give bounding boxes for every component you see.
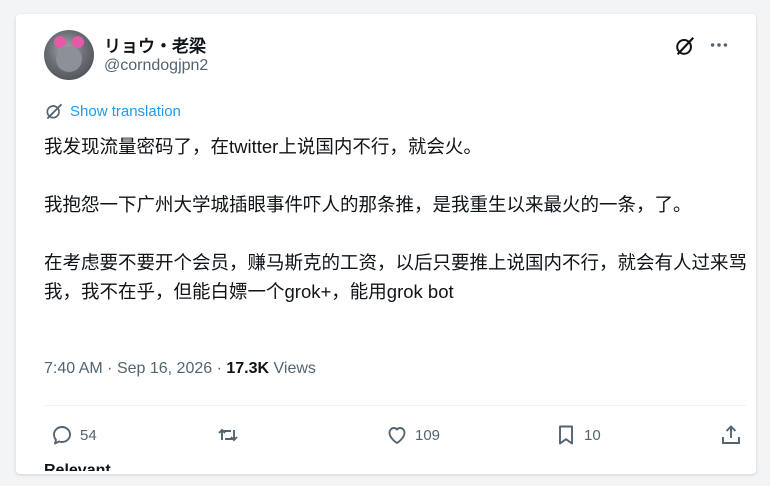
bookmark-count: 10 xyxy=(584,426,601,444)
share-icon xyxy=(722,425,740,444)
views-label: Views xyxy=(273,360,316,377)
reply-count: 54 xyxy=(80,426,97,444)
tweet-header: リョウ・老梁 @corndogjpn2 xyxy=(44,30,736,82)
avatar-face xyxy=(56,46,82,72)
divider xyxy=(44,405,746,406)
author-name[interactable]: リョウ・老梁 xyxy=(104,32,206,57)
repost-button[interactable] xyxy=(216,420,246,450)
author-handle[interactable]: @corndogjpn2 xyxy=(104,57,208,75)
action-bar: 54 109 10 xyxy=(44,420,746,450)
bookmark-icon xyxy=(559,425,573,445)
reply-icon xyxy=(53,426,71,445)
like-icon xyxy=(388,427,406,444)
tweet-date[interactable]: Sep 16, 2026 xyxy=(117,360,212,377)
share-button[interactable] xyxy=(719,420,749,450)
relevant-heading-cutoff: Relevant xyxy=(44,462,111,474)
tweet-time[interactable]: 7:40 AM xyxy=(44,360,103,377)
tweet-text: 我发现流量密码了，在twitter上说国内不行，就会火。 我抱怨一下广州大学城插… xyxy=(44,132,752,306)
tweet-paragraph-2: 我抱怨一下广州大学城插眼事件吓人的那条推，是我重生以来最火的一条，了。 xyxy=(44,194,692,215)
reply-button[interactable]: 54 xyxy=(50,420,97,450)
more-icon[interactable] xyxy=(708,34,730,56)
show-translation-link[interactable]: Show translation xyxy=(44,100,181,122)
tweet-paragraph-1: 我发现流量密码了，在twitter上说国内不行，就会火。 xyxy=(44,136,482,157)
avatar[interactable] xyxy=(44,30,94,80)
show-translation-label: Show translation xyxy=(70,102,181,120)
like-count: 109 xyxy=(415,426,441,444)
tweet-meta: 7:40 AM · Sep 16, 2026 · 17.3K Views xyxy=(44,360,316,378)
tweet-paragraph-3: 在考虑要不要开个会员，赚马斯克的工资，以后只要推上说国内不行，就会有人过来骂我，… xyxy=(44,252,748,302)
meta-separator: · xyxy=(107,360,113,377)
like-button[interactable]: 109 xyxy=(385,420,440,450)
meta-separator: · xyxy=(216,360,222,377)
translate-icon xyxy=(46,103,63,120)
views-count: 17.3K xyxy=(226,360,270,377)
repost-icon xyxy=(218,428,238,442)
tweet-card: リョウ・老梁 @corndogjpn2 Show translation 我发现… xyxy=(16,14,756,474)
grok-icon[interactable] xyxy=(674,35,696,57)
bookmark-button[interactable]: 10 xyxy=(554,420,601,450)
